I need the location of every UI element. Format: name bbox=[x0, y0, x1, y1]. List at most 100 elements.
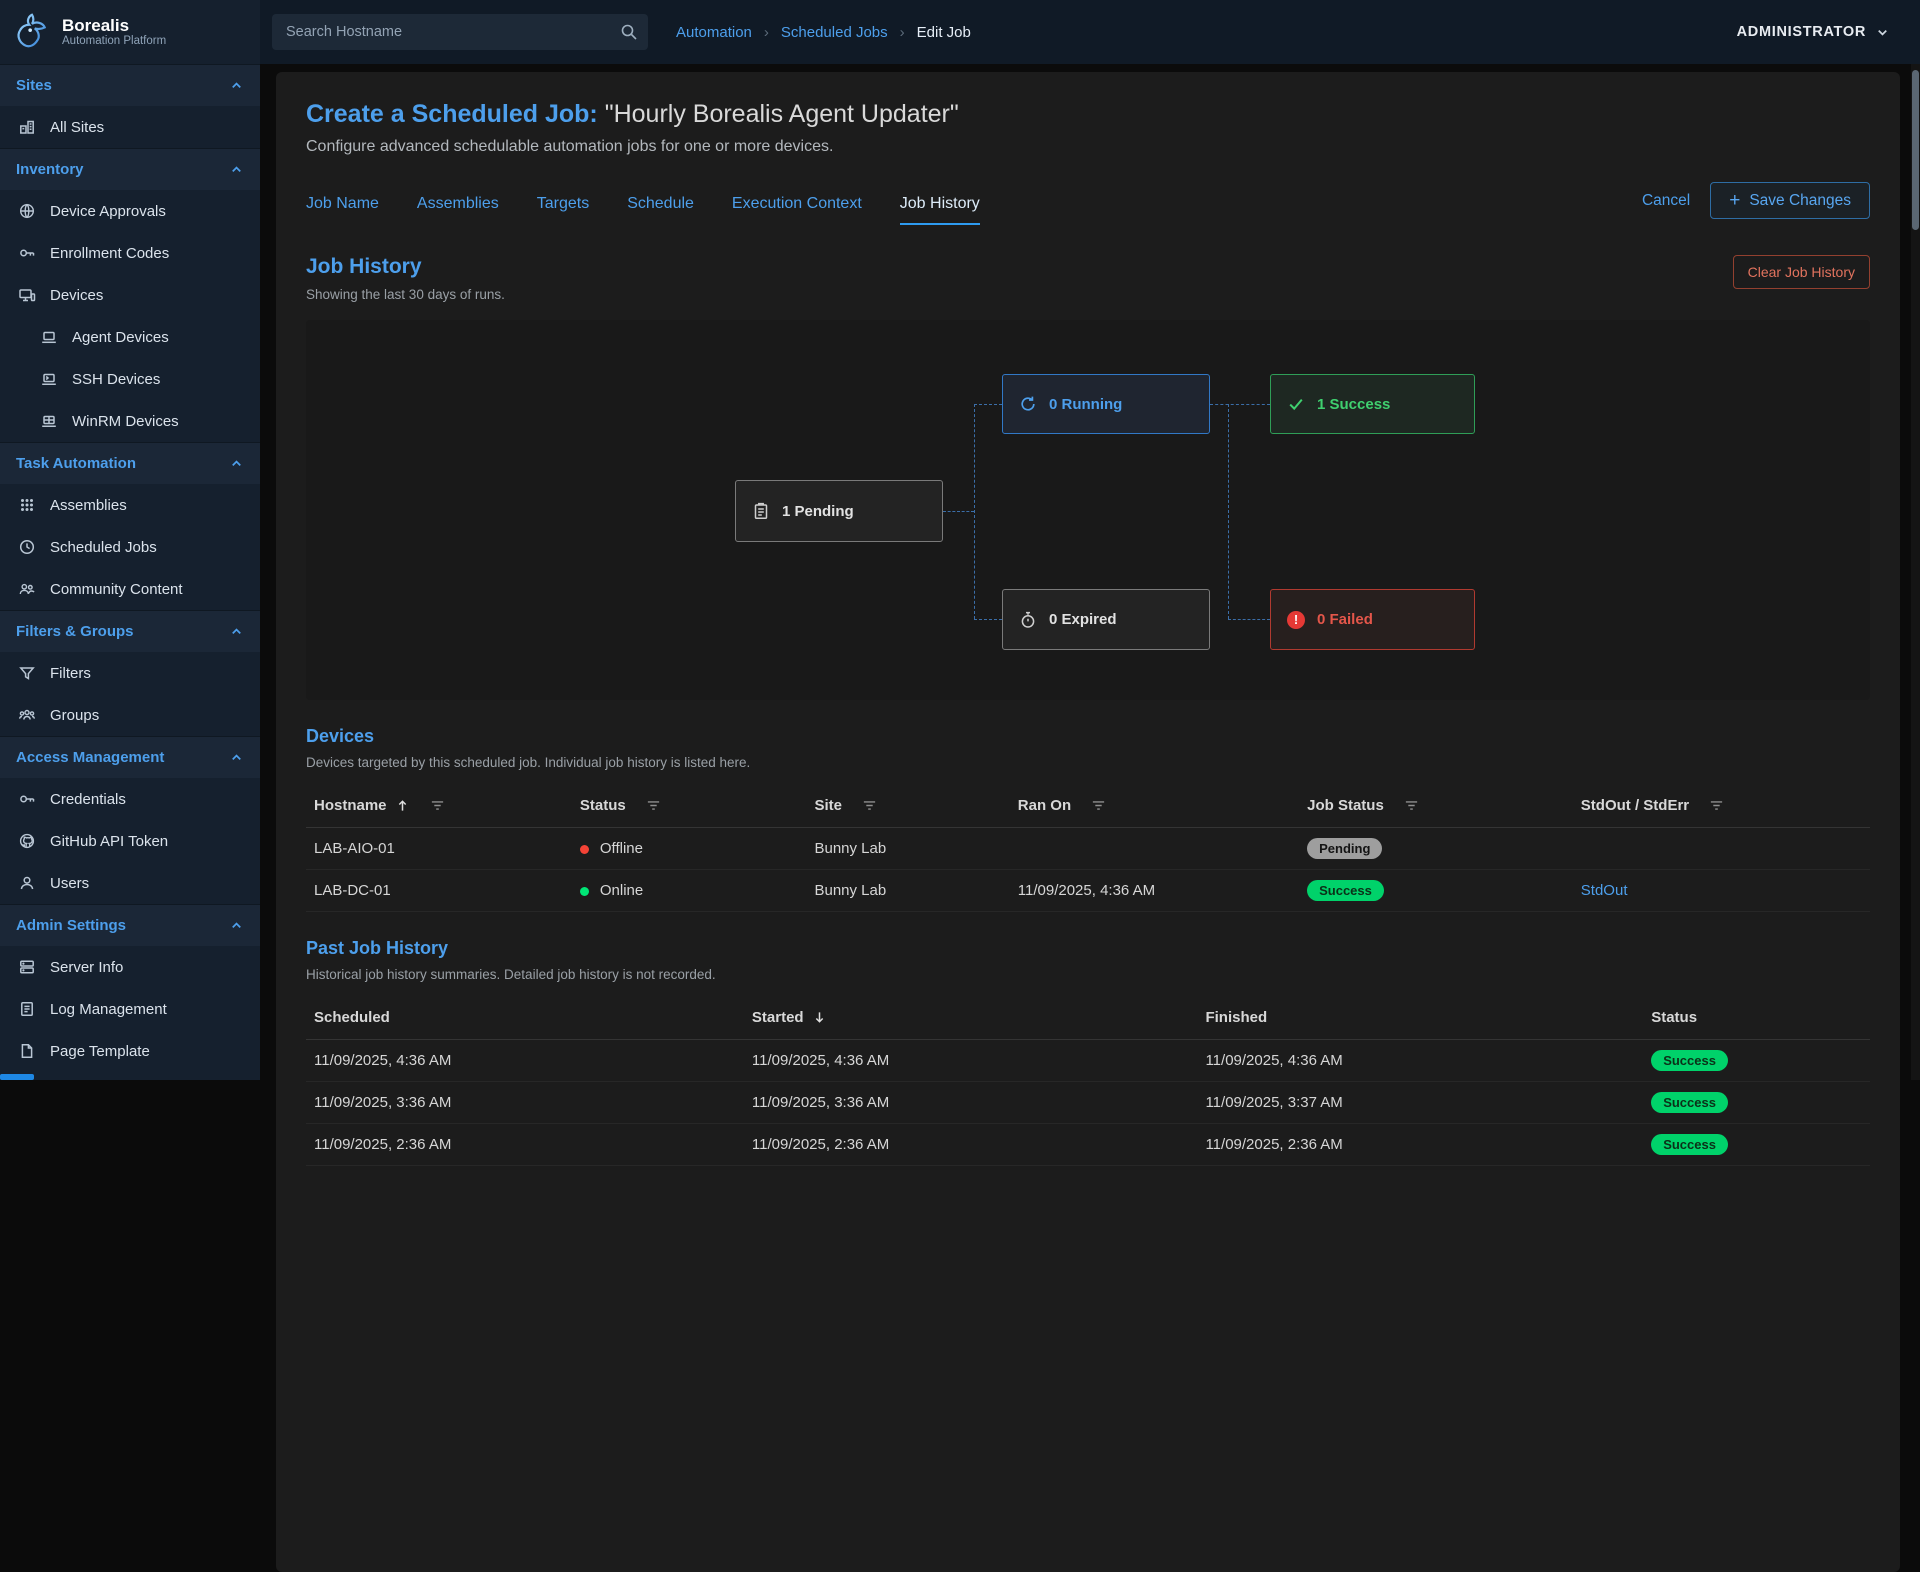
sidebar-item-server-info[interactable]: Server Info bbox=[0, 946, 260, 988]
sort-descending-icon[interactable] bbox=[812, 1010, 827, 1025]
stdout-link[interactable]: StdOut bbox=[1581, 882, 1628, 899]
sidebar-item-label: All Sites bbox=[50, 119, 104, 136]
run-scheduled: 11/09/2025, 4:36 AM bbox=[306, 1040, 744, 1082]
filter-icon[interactable] bbox=[1709, 798, 1724, 813]
sidebar-scroll-indicator[interactable] bbox=[0, 1074, 34, 1080]
col-header-job-status[interactable]: Job Status bbox=[1299, 784, 1573, 828]
hostname-search[interactable] bbox=[272, 14, 648, 50]
user-icon bbox=[18, 874, 36, 892]
devices-table-header-row: Hostname Status bbox=[306, 784, 1870, 828]
devices-icon bbox=[18, 286, 36, 304]
sidebar-item-users[interactable]: Users bbox=[0, 862, 260, 904]
sidebar-item-groups[interactable]: Groups bbox=[0, 694, 260, 736]
sidebar-item-all-sites[interactable]: All Sites bbox=[0, 106, 260, 148]
sidebar-item-label: Filters bbox=[50, 665, 91, 682]
tab-targets[interactable]: Targets bbox=[537, 195, 589, 225]
tab-job-history[interactable]: Job History bbox=[900, 195, 980, 225]
user-menu[interactable]: ADMINISTRATOR bbox=[1737, 24, 1890, 40]
sidebar-section-filters-groups[interactable]: Filters & Groups bbox=[0, 610, 260, 652]
sidebar-item-credentials[interactable]: Credentials bbox=[0, 778, 260, 820]
tab-schedule[interactable]: Schedule bbox=[627, 195, 694, 225]
sidebar-item-community-content[interactable]: Community Content bbox=[0, 568, 260, 610]
sidebar-section-access-management[interactable]: Access Management bbox=[0, 736, 260, 778]
page-scrollbar-thumb[interactable] bbox=[1912, 70, 1919, 230]
col-label-stdout-stderr: StdOut / StdErr bbox=[1581, 797, 1689, 814]
sidebar-item-agent-devices[interactable]: Agent Devices bbox=[0, 316, 260, 358]
tab-bar: Job Name Assemblies Targets Schedule Exe… bbox=[306, 182, 1870, 225]
devices-section: Devices Devices targeted by this schedul… bbox=[306, 726, 1870, 912]
filter-icon bbox=[18, 664, 36, 682]
sidebar-item-winrm-devices[interactable]: WinRM Devices bbox=[0, 400, 260, 442]
sidebar-section-sites[interactable]: Sites bbox=[0, 64, 260, 106]
sidebar-section-inventory[interactable]: Inventory bbox=[0, 148, 260, 190]
sidebar-item-devices[interactable]: Devices bbox=[0, 274, 260, 316]
device-hostname: LAB-DC-01 bbox=[306, 870, 572, 912]
search-icon[interactable] bbox=[620, 23, 638, 41]
globe-check-icon bbox=[18, 202, 36, 220]
device-stdout-cell: StdOut bbox=[1573, 870, 1870, 912]
filter-icon[interactable] bbox=[862, 798, 877, 813]
page-scrollbar-track[interactable] bbox=[1911, 64, 1920, 1080]
brand-subtitle: Automation Platform bbox=[62, 35, 166, 48]
run-finished: 11/09/2025, 3:37 AM bbox=[1197, 1082, 1643, 1124]
col-header-stdout-stderr[interactable]: StdOut / StdErr bbox=[1573, 784, 1870, 828]
breadcrumb-automation[interactable]: Automation bbox=[676, 24, 752, 41]
col-header-ran-on[interactable]: Ran On bbox=[1010, 784, 1299, 828]
pending-status-box: 1 Pending bbox=[735, 480, 943, 542]
filter-icon[interactable] bbox=[430, 798, 445, 813]
sidebar-item-assemblies[interactable]: Assemblies bbox=[0, 484, 260, 526]
expired-count-label: 0 Expired bbox=[1049, 611, 1117, 628]
cancel-button[interactable]: Cancel bbox=[1642, 192, 1690, 210]
page-title: Create a Scheduled Job: "Hourly Borealis… bbox=[306, 100, 1870, 129]
devices-table: Hostname Status bbox=[306, 784, 1870, 912]
col-header-run-status[interactable]: Status bbox=[1643, 996, 1870, 1040]
sidebar-item-ssh-devices[interactable]: SSH Devices bbox=[0, 358, 260, 400]
success-status-box: 1 Success bbox=[1270, 374, 1475, 434]
key-icon bbox=[18, 790, 36, 808]
breadcrumb: Automation Scheduled Jobs Edit Job bbox=[676, 24, 971, 41]
past-job-history-heading: Past Job History bbox=[306, 938, 1870, 959]
filter-icon[interactable] bbox=[646, 798, 661, 813]
device-status-label: Online bbox=[600, 882, 643, 899]
sidebar-item-enrollment-codes[interactable]: Enrollment Codes bbox=[0, 232, 260, 274]
connector-line bbox=[1228, 404, 1229, 619]
sidebar-item-page-template[interactable]: Page Template bbox=[0, 1030, 260, 1072]
sidebar-item-github-api-token[interactable]: GitHub API Token bbox=[0, 820, 260, 862]
clear-job-history-button[interactable]: Clear Job History bbox=[1733, 255, 1870, 289]
col-header-scheduled[interactable]: Scheduled bbox=[306, 996, 744, 1040]
sidebar-section-admin-settings[interactable]: Admin Settings bbox=[0, 904, 260, 946]
search-input[interactable] bbox=[286, 24, 620, 40]
sidebar-section-task-automation[interactable]: Task Automation bbox=[0, 442, 260, 484]
col-header-started[interactable]: Started bbox=[744, 996, 1198, 1040]
sidebar-item-device-approvals[interactable]: Device Approvals bbox=[0, 190, 260, 232]
connector-line bbox=[1228, 619, 1270, 620]
failed-count-label: 0 Failed bbox=[1317, 611, 1373, 628]
borealis-logo-icon bbox=[12, 12, 52, 52]
tab-actions: Cancel + Save Changes bbox=[1642, 182, 1870, 225]
past-job-history-header-row: Scheduled Started Finished bbox=[306, 996, 1870, 1040]
page-title-job-name: "Hourly Borealis Agent Updater" bbox=[605, 100, 959, 128]
col-header-finished[interactable]: Finished bbox=[1197, 996, 1643, 1040]
col-header-hostname[interactable]: Hostname bbox=[306, 784, 572, 828]
groups-icon bbox=[18, 706, 36, 724]
breadcrumb-scheduled-jobs[interactable]: Scheduled Jobs bbox=[781, 24, 888, 41]
tab-job-name[interactable]: Job Name bbox=[306, 195, 379, 225]
clock-icon bbox=[18, 538, 36, 556]
sidebar-item-filters[interactable]: Filters bbox=[0, 652, 260, 694]
sidebar-item-scheduled-jobs[interactable]: Scheduled Jobs bbox=[0, 526, 260, 568]
github-icon bbox=[18, 832, 36, 850]
save-changes-button[interactable]: + Save Changes bbox=[1710, 182, 1870, 219]
filter-icon[interactable] bbox=[1404, 798, 1419, 813]
tab-assemblies[interactable]: Assemblies bbox=[417, 195, 499, 225]
connector-line bbox=[1210, 404, 1270, 405]
page-template-icon bbox=[18, 1042, 36, 1060]
col-header-status[interactable]: Status bbox=[572, 784, 807, 828]
sidebar-item-log-management[interactable]: Log Management bbox=[0, 988, 260, 1030]
col-label-finished: Finished bbox=[1205, 1009, 1267, 1026]
section-label: Sites bbox=[16, 77, 52, 94]
past-run-row: 11/09/2025, 4:36 AM 11/09/2025, 4:36 AM … bbox=[306, 1040, 1870, 1082]
tab-execution-context[interactable]: Execution Context bbox=[732, 195, 862, 225]
sort-ascending-icon[interactable] bbox=[395, 798, 410, 813]
col-header-site[interactable]: Site bbox=[806, 784, 1009, 828]
filter-icon[interactable] bbox=[1091, 798, 1106, 813]
